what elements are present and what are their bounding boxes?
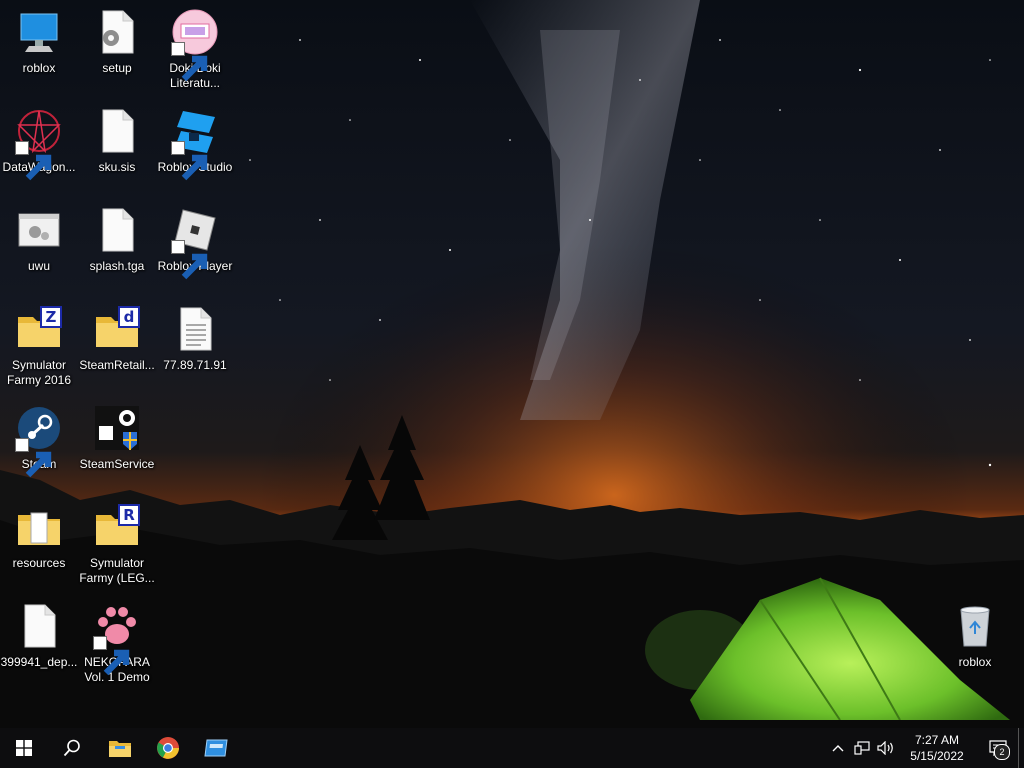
window-app-button[interactable] bbox=[192, 728, 240, 768]
desktop-icon-399941-dep[interactable]: 399941_dep... bbox=[0, 594, 79, 686]
desktop-icon-uwu[interactable]: uwu bbox=[0, 198, 79, 290]
desktop-icon-label: 77.89.71.91 bbox=[163, 358, 227, 372]
desktop-icon-label: SteamService bbox=[79, 457, 155, 471]
shortcut-arrow-icon bbox=[93, 636, 107, 650]
chevron-up-icon bbox=[832, 745, 844, 752]
settings-file-icon bbox=[93, 8, 141, 56]
svg-text:d: d bbox=[124, 308, 135, 326]
text-file-icon bbox=[171, 305, 219, 353]
action-center-button[interactable]: 2 bbox=[978, 728, 1018, 768]
desktop-icon-label: setup bbox=[102, 61, 132, 75]
desktop-icon-splash-tga[interactable]: splash.tga bbox=[77, 198, 157, 290]
steamservice-icon bbox=[95, 406, 139, 450]
shortcut-arrow-icon bbox=[15, 438, 29, 452]
desktop-icon-label: Symulator Farmy (LEG... bbox=[79, 556, 155, 585]
volume-button[interactable] bbox=[874, 728, 898, 768]
recycle-bin-icon bbox=[960, 606, 990, 647]
start-button[interactable] bbox=[0, 728, 48, 768]
desktop-icon-steamservice[interactable]: SteamService bbox=[77, 396, 157, 488]
desktop-icon-sku-sis[interactable]: sku.sis bbox=[77, 99, 157, 191]
desktop-icon-label: splash.tga bbox=[89, 259, 145, 273]
svg-text:R: R bbox=[123, 506, 135, 524]
desktop-icon-label: 399941_dep... bbox=[0, 655, 78, 669]
desktop-icon-label: roblox bbox=[958, 655, 992, 669]
desktop-icon-setup[interactable]: setup bbox=[77, 0, 157, 92]
search-icon bbox=[63, 739, 80, 757]
desktop-icon-steamretail[interactable]: d SteamRetail... bbox=[77, 297, 157, 389]
desktop-icon-roblox-player[interactable]: Roblox Player bbox=[155, 198, 235, 290]
folder-icon bbox=[15, 512, 63, 551]
desktop-icon-symulator-farmy-2016[interactable]: Z Symulator Farmy 2016 bbox=[0, 297, 79, 389]
blank-file-icon bbox=[93, 107, 141, 155]
start-icon bbox=[16, 740, 32, 756]
desktop-icon-77-89-71-91[interactable]: 77.89.71.91 bbox=[155, 297, 235, 389]
desktop-icon-label: roblox bbox=[22, 61, 56, 75]
desktop-icon-roblox-pc[interactable]: roblox bbox=[0, 0, 79, 92]
desktop-icon-label: SteamRetail... bbox=[79, 358, 155, 372]
chrome-button[interactable] bbox=[144, 728, 192, 768]
blank-file-icon bbox=[15, 602, 63, 650]
shortcut-arrow-icon bbox=[171, 240, 185, 254]
blank-file-icon bbox=[93, 206, 141, 254]
desktop-icon-label: uwu bbox=[27, 259, 50, 273]
clock[interactable]: 7:27 AM 5/15/2022 bbox=[902, 732, 972, 764]
file-explorer-button[interactable] bbox=[96, 728, 144, 768]
desktop-icon-resources[interactable]: resources bbox=[0, 495, 79, 587]
show-hidden-icons-button[interactable] bbox=[826, 728, 850, 768]
folder-z-icon: Z bbox=[15, 306, 62, 353]
svg-text:Z: Z bbox=[46, 308, 57, 326]
search-button[interactable] bbox=[48, 728, 96, 768]
network-icon bbox=[854, 741, 870, 755]
window-app-icon bbox=[204, 739, 228, 757]
folder-r-icon: R bbox=[93, 504, 140, 551]
desktop-icon-doki-doki[interactable]: Doki Doki Literatu... bbox=[155, 0, 235, 92]
folder-d-icon: d bbox=[93, 306, 140, 353]
desktop-icon-label: resources bbox=[12, 556, 66, 570]
notification-count-badge: 2 bbox=[994, 744, 1010, 760]
shortcut-arrow-icon bbox=[171, 42, 185, 56]
shortcut-arrow-icon bbox=[15, 141, 29, 155]
volume-icon bbox=[877, 741, 893, 755]
show-desktop-button[interactable] bbox=[1018, 728, 1024, 768]
desktop-icon-label: Symulator Farmy 2016 bbox=[6, 358, 72, 387]
clock-date: 5/15/2022 bbox=[910, 749, 964, 763]
desktop-icon-nekopara[interactable]: NEKOPARA Vol. 1 Demo bbox=[77, 594, 157, 686]
desktop-icon-symulator-farmy-leg[interactable]: R Symulator Farmy (LEG... bbox=[77, 495, 157, 587]
desktop-icon-label: sku.sis bbox=[98, 160, 136, 174]
desktop-icon-datawagon[interactable]: DataWagon... bbox=[0, 99, 79, 191]
file-explorer-icon bbox=[109, 741, 131, 757]
shortcut-arrow-icon bbox=[171, 141, 185, 155]
taskbar: 7:27 AM 5/15/2022 2 bbox=[0, 728, 1024, 768]
chrome-icon bbox=[157, 737, 179, 759]
computer-icon bbox=[20, 13, 58, 52]
desktop-icon-roblox-studio[interactable]: Roblox Studio bbox=[155, 99, 235, 191]
desktop-icon-recycle-bin[interactable]: roblox bbox=[935, 594, 1015, 686]
window-gear-icon bbox=[18, 213, 60, 247]
clock-time: 7:27 AM bbox=[914, 733, 960, 747]
desktop-icon-steam[interactable]: Steam bbox=[0, 396, 79, 488]
system-tray: 7:27 AM 5/15/2022 2 bbox=[826, 728, 1024, 768]
network-button[interactable] bbox=[850, 728, 874, 768]
